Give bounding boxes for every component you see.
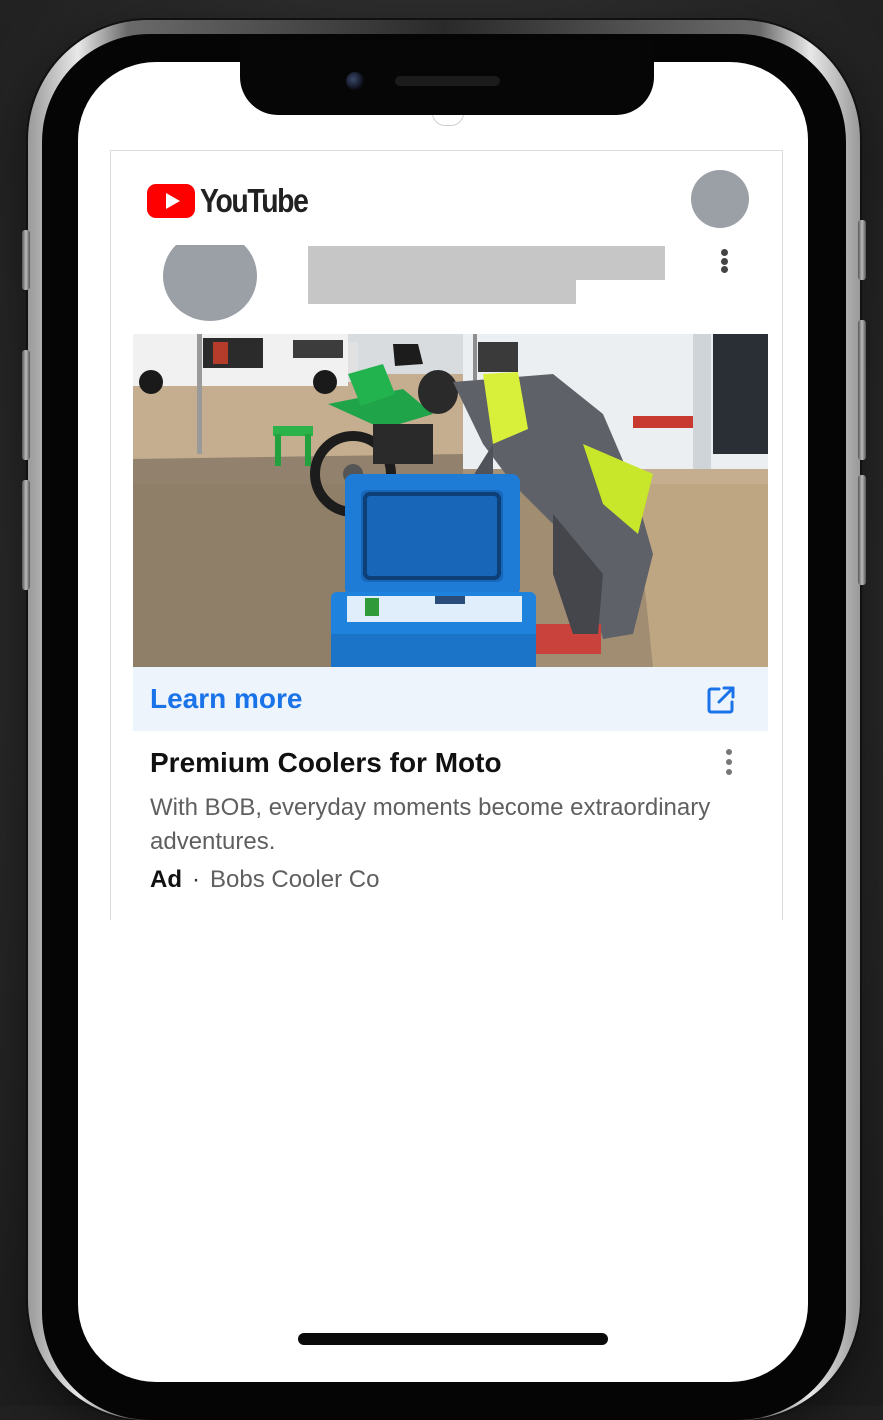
learn-more-button[interactable]: Learn more <box>133 667 768 731</box>
channel-avatar-placeholder <box>163 245 257 321</box>
home-indicator[interactable] <box>298 1333 608 1345</box>
more-options-icon[interactable] <box>714 247 734 275</box>
ad-image[interactable] <box>133 334 768 667</box>
ad-description: With BOB, everyday moments become extrao… <box>150 794 711 855</box>
mute-switch <box>22 230 30 290</box>
open-in-new-icon[interactable] <box>705 684 737 716</box>
cooler-illustration <box>331 474 536 667</box>
kebab-dot <box>720 249 728 256</box>
kebab-dot <box>720 266 728 273</box>
side-button-bottom <box>858 475 866 585</box>
ad-card: YouTube Learn more Premium Coolers for M… <box>110 150 783 920</box>
kebab-dot <box>726 759 732 765</box>
kebab-dot <box>720 257 728 265</box>
ad-meta: Ad · Bobs Cooler Co <box>150 866 379 894</box>
earpiece-speaker <box>395 76 500 86</box>
advertiser-name: Bobs Cooler Co <box>210 866 380 893</box>
van-illustration <box>133 334 358 394</box>
ad-more-options-icon[interactable] <box>719 747 739 777</box>
ad-badge: Ad <box>150 866 182 893</box>
phone-notch <box>240 40 654 115</box>
account-avatar[interactable] <box>691 170 749 228</box>
volume-up-button <box>22 350 30 460</box>
side-button-top <box>858 220 866 280</box>
front-camera <box>346 72 364 90</box>
volume-down-button <box>22 480 30 590</box>
kebab-dot <box>726 749 732 755</box>
learn-more-label: Learn more <box>150 683 303 714</box>
video-title-placeholder <box>308 246 665 280</box>
meta-separator: · <box>192 866 200 893</box>
youtube-play-icon <box>147 184 195 218</box>
ad-title[interactable]: Premium Coolers for Moto <box>150 747 502 779</box>
video-subtitle-placeholder <box>308 280 576 304</box>
kebab-dot <box>726 769 732 775</box>
ad-image-illustration <box>133 334 768 667</box>
youtube-logo[interactable]: YouTube <box>147 181 325 221</box>
youtube-wordmark: YouTube <box>200 182 309 219</box>
power-button <box>858 320 866 460</box>
